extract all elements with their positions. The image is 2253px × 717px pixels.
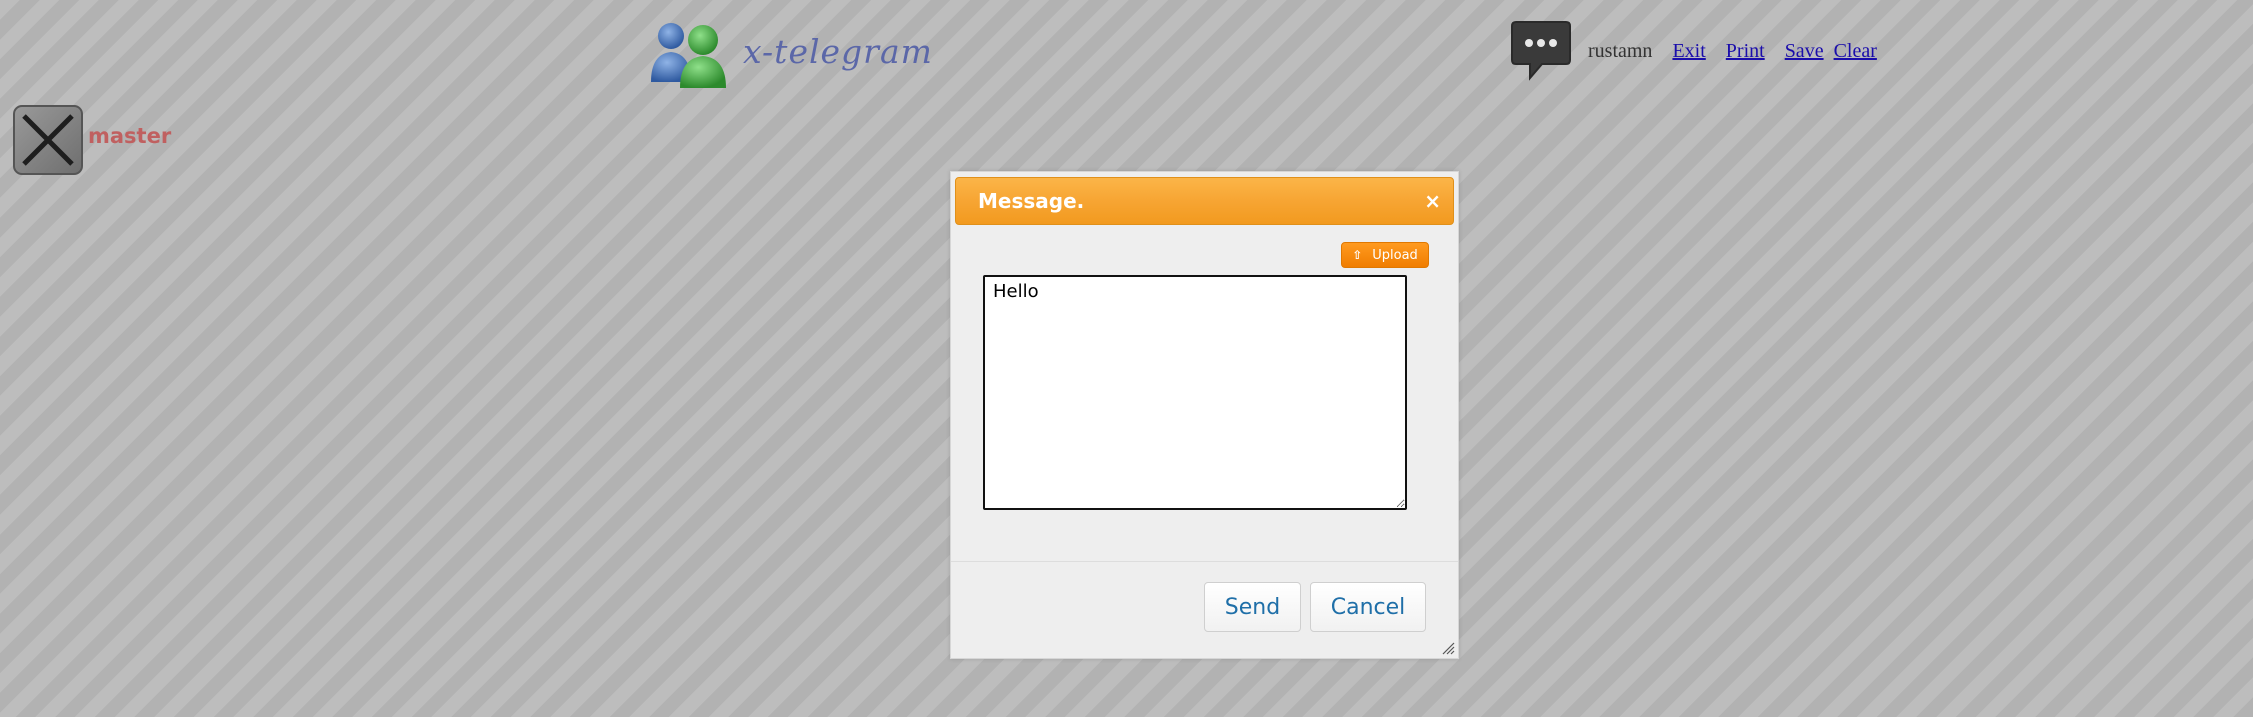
user-name: rustamn [1588, 39, 1653, 62]
app-logo: x-telegram [647, 18, 933, 90]
message-dialog: Message. × ⇧ Upload Send Cancel [950, 171, 1459, 659]
cancel-button[interactable]: Cancel [1310, 582, 1426, 632]
users-icon [651, 23, 726, 88]
resize-grip-icon[interactable] [1441, 641, 1455, 655]
upload-button[interactable]: ⇧ Upload [1341, 242, 1429, 268]
dialog-title: Message. [978, 189, 1085, 213]
upload-label: Upload [1372, 247, 1418, 263]
print-link[interactable]: Print [1726, 40, 1765, 63]
message-input[interactable] [983, 275, 1407, 510]
close-x-avatar-icon [13, 105, 83, 175]
contact-name: master [88, 124, 172, 148]
arrow-up-icon: ⇧ [1352, 248, 1363, 262]
close-icon[interactable]: × [1424, 190, 1441, 212]
exit-link[interactable]: Exit [1672, 40, 1705, 63]
user-nav: rustamn Exit Print Save Clear [1508, 18, 1877, 84]
app-title: x-telegram [743, 31, 933, 71]
save-link[interactable]: Save [1785, 40, 1824, 63]
contact-master[interactable]: master [12, 104, 171, 176]
send-button[interactable]: Send [1204, 582, 1301, 632]
chat-bubble-icon [1511, 21, 1571, 81]
dialog-titlebar[interactable]: Message. × [955, 177, 1454, 225]
dialog-divider [951, 561, 1458, 562]
clear-link[interactable]: Clear [1834, 40, 1877, 63]
